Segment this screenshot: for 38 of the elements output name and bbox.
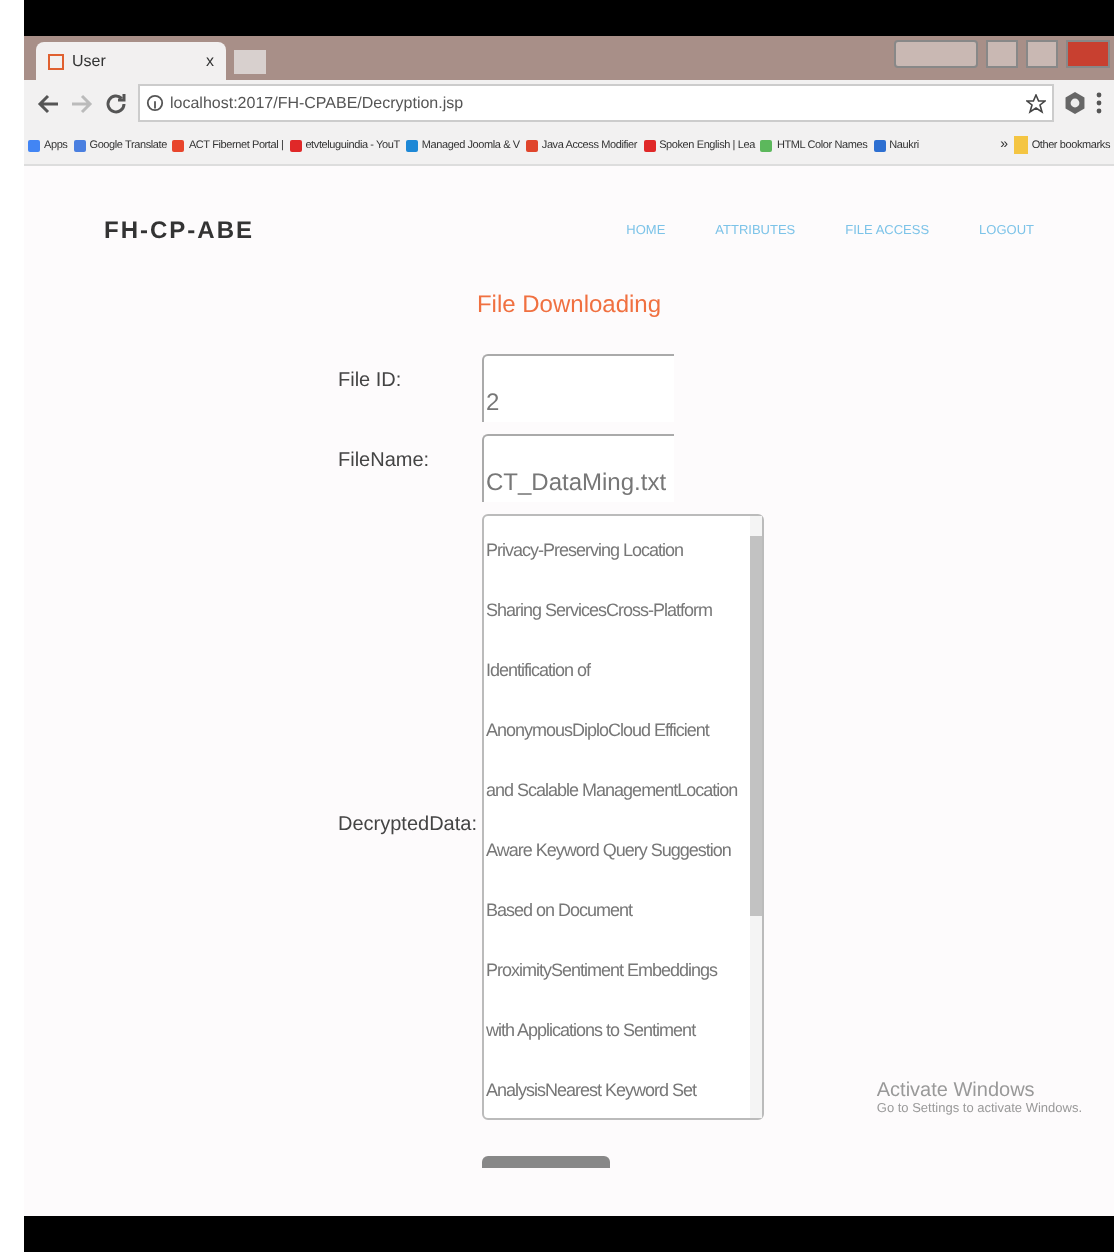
field-label: FileName:	[338, 448, 432, 472]
minimize-button[interactable]	[986, 40, 1018, 68]
close-tab-button[interactable]: x	[206, 52, 214, 70]
menu-icon[interactable]	[1096, 92, 1102, 114]
info-icon	[146, 94, 164, 112]
text-line: Based on Document	[486, 898, 635, 924]
close-button[interactable]	[1066, 40, 1110, 68]
folder-icon	[1013, 136, 1028, 154]
address-field[interactable]: localhost:2017/FH-CPABE/Decryption.jsp	[138, 84, 1054, 122]
field-label: DecryptedData:	[338, 812, 479, 836]
text-line: Privacy-Preserving Location	[486, 538, 686, 564]
text-line: AnonymousDiploCloud Efficient	[486, 718, 712, 744]
text-line: AnalysisNearest Keyword Set	[486, 1078, 699, 1104]
text-line: Identification of	[486, 658, 593, 684]
text-line: Sharing ServicesCross-Platform	[486, 598, 715, 624]
star-icon[interactable]	[1026, 93, 1046, 113]
site-logo[interactable]: FH-CP-ABE	[104, 216, 627, 244]
page-heading: File Downloading	[474, 290, 664, 318]
field-label: File ID:	[338, 368, 404, 392]
forward-icon[interactable]	[70, 91, 94, 115]
back-icon[interactable]	[36, 91, 60, 115]
favicon-icon	[48, 53, 64, 69]
browser-tab[interactable]: User x	[36, 42, 226, 80]
activation-title: Activate Windows	[876, 1080, 1037, 1102]
input-field[interactable]: CT_DataMing.txt	[482, 434, 674, 502]
scrollbar[interactable]	[750, 516, 762, 1118]
text-line: and Scalable ManagementLocation	[486, 778, 740, 804]
input-field[interactable]: 2	[482, 354, 674, 422]
maximize-button[interactable]	[1026, 40, 1058, 68]
extension-icon[interactable]	[1064, 92, 1086, 114]
text-line: with Applications to Sentiment	[486, 1018, 698, 1044]
text-area[interactable]	[482, 514, 764, 1120]
new-tab-button[interactable]	[234, 50, 266, 74]
text-line: Aware Keyword Query Suggestion	[486, 838, 733, 864]
partial-button[interactable]	[482, 1156, 610, 1168]
text-line: ProximitySentiment Embeddings	[486, 958, 720, 984]
reload-icon[interactable]	[104, 91, 128, 115]
profile-badge[interactable]	[894, 40, 978, 68]
